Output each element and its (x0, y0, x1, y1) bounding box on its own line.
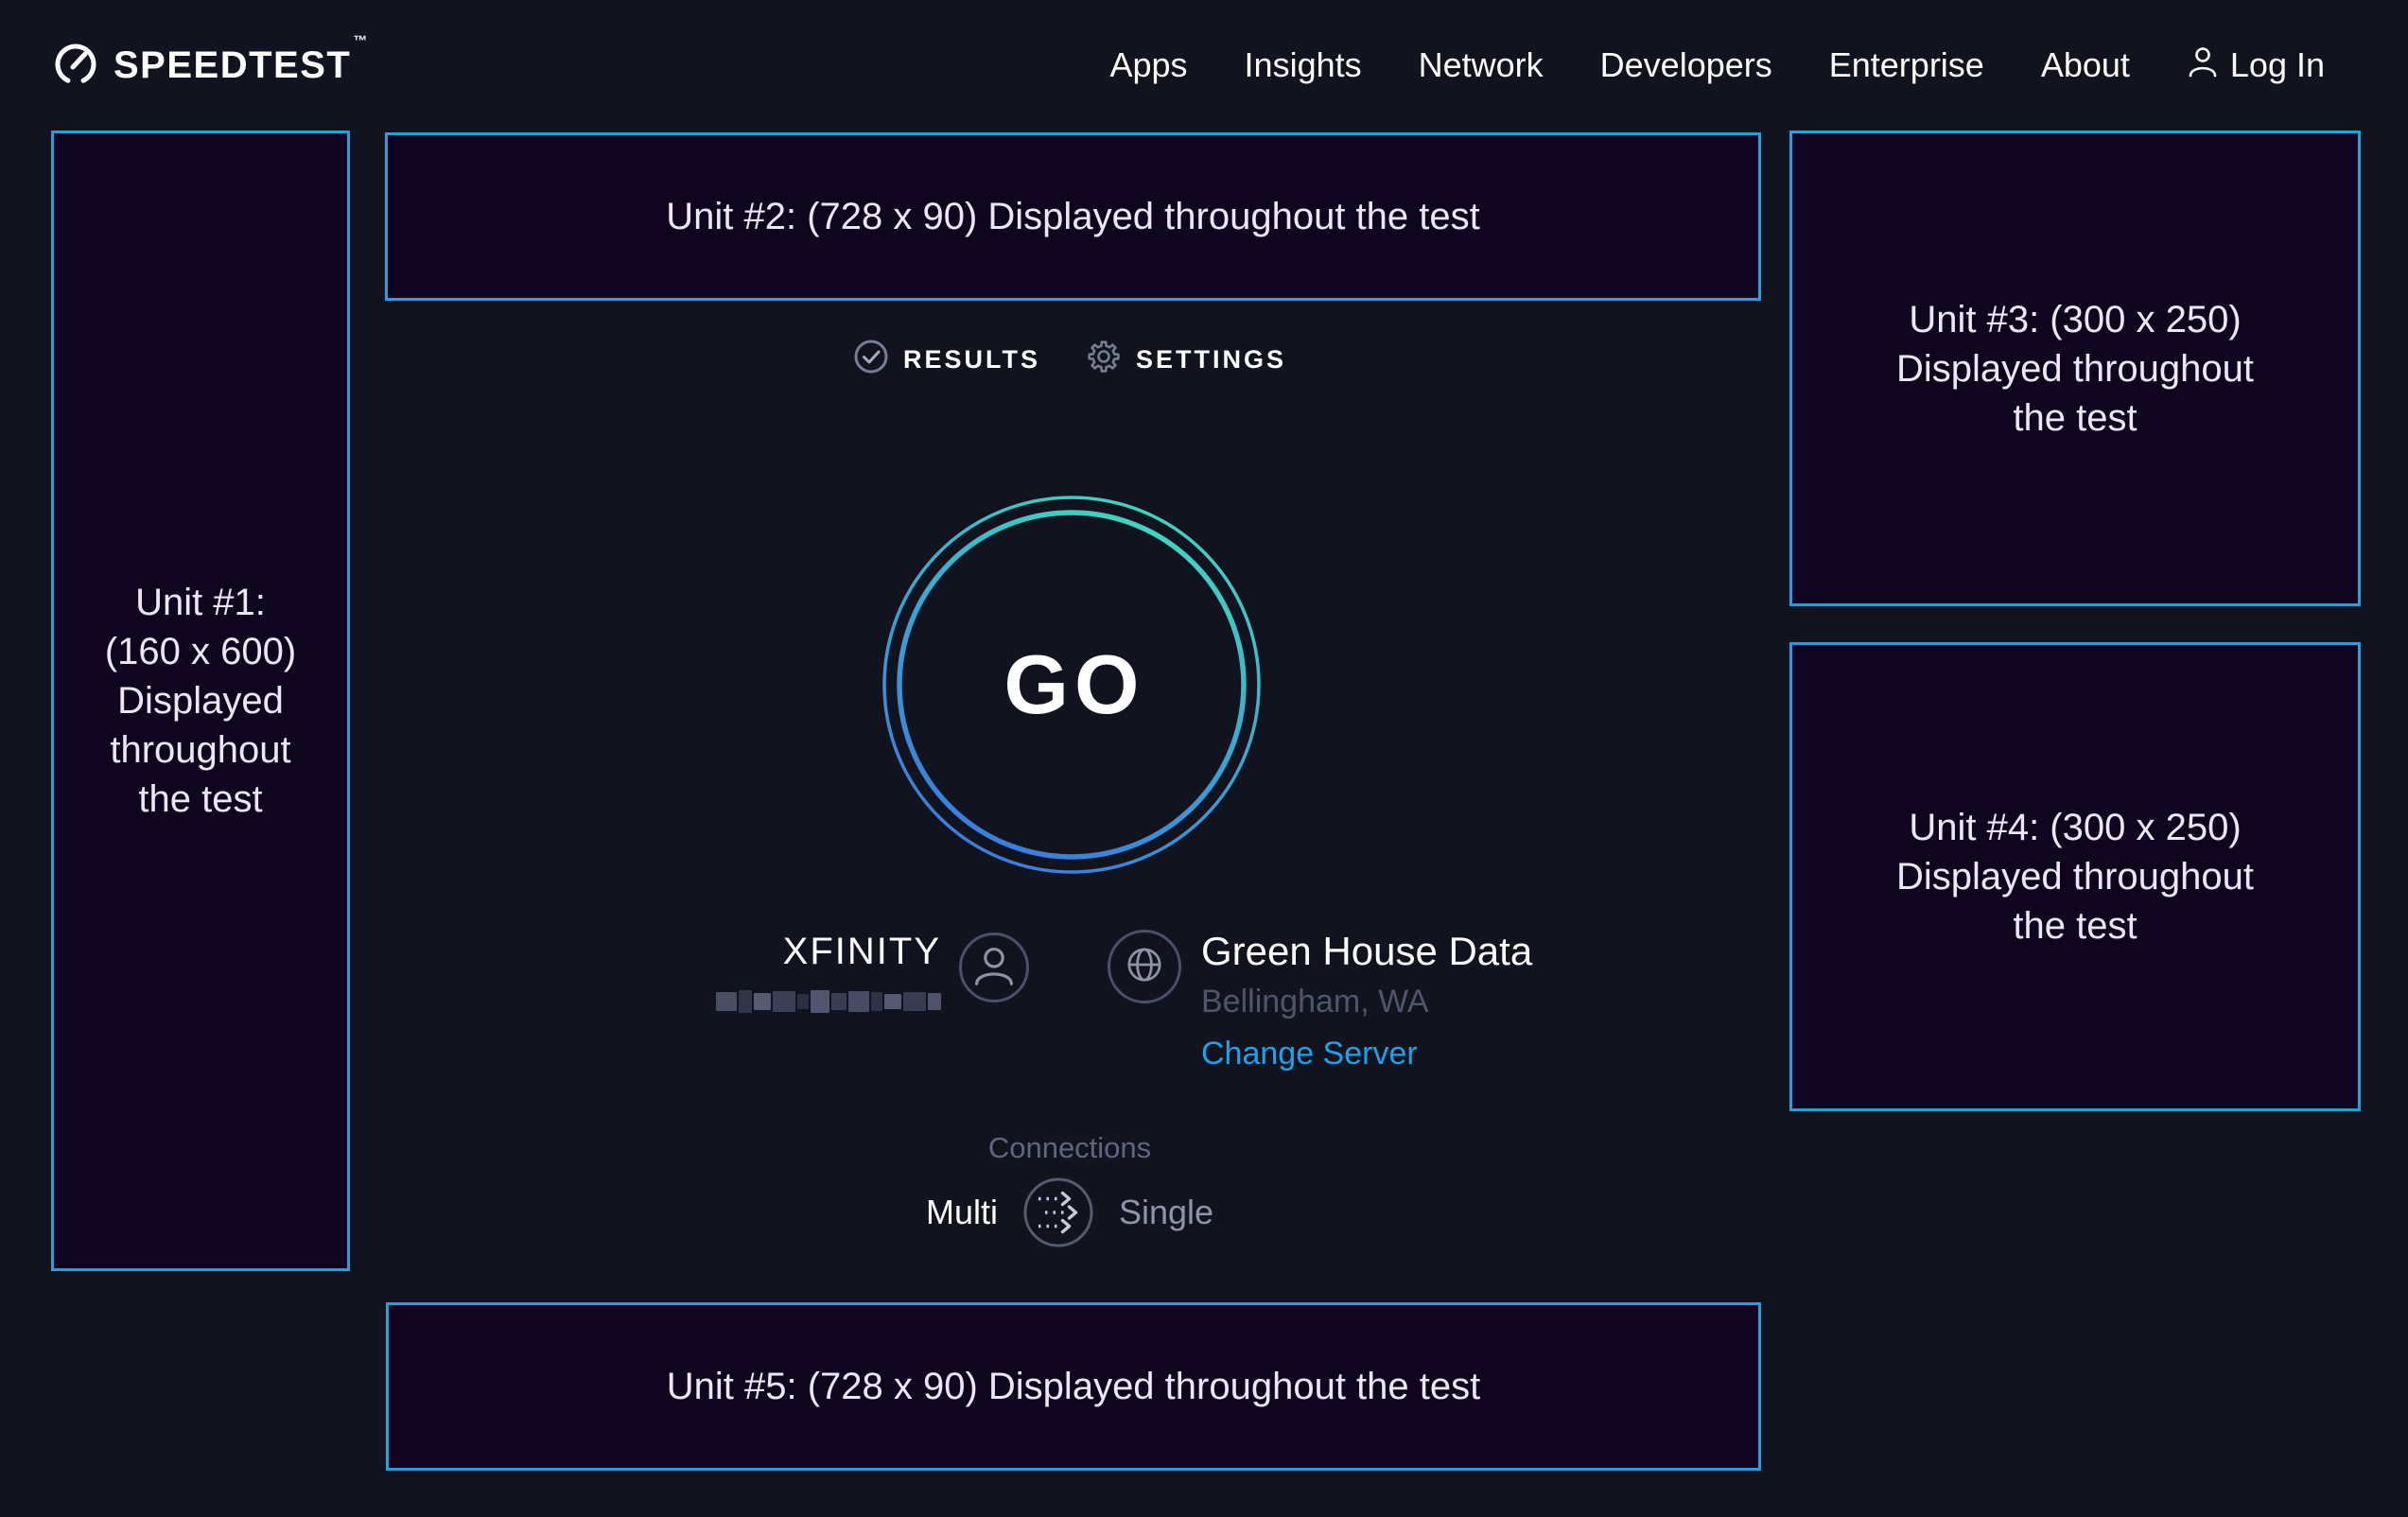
results-settings-tabs: RESULTS SETTINGS (350, 339, 1789, 381)
nav-item-enterprise[interactable]: Enterprise (1829, 45, 1984, 85)
multi-connections-icon (1022, 1236, 1094, 1252)
tab-results[interactable]: RESULTS (853, 339, 1040, 381)
gauge-icon (53, 41, 98, 91)
speedtest-page: SPEEDTEST™ Apps Insights Network Develop… (0, 0, 2408, 1517)
login-label: Log In (2230, 45, 2325, 85)
isp-avatar (959, 933, 1029, 1003)
go-button-label: GO (881, 494, 1263, 876)
ad-text-line: Unit #2: (728 x 90) Displayed throughout… (666, 192, 1480, 241)
ad-text-line: Displayed throughout (1896, 852, 2254, 901)
ad-text-line: the test (2013, 393, 2137, 443)
nav-item-network[interactable]: Network (1419, 45, 1544, 85)
connections-toggle-row: Multi Single (350, 1177, 1789, 1248)
ad-text-line: Unit #4: (300 x 250) (1909, 803, 2241, 852)
tab-results-label: RESULTS (903, 345, 1040, 375)
server-name: Green House Data (1201, 929, 1532, 974)
go-button[interactable]: GO (881, 494, 1263, 876)
person-icon (2187, 44, 2219, 87)
trademark-mark: ™ (353, 33, 369, 49)
change-server-link[interactable]: Change Server (1201, 1036, 1532, 1072)
ad-text-line: the test (138, 775, 262, 824)
ad-text-line: throughout (110, 725, 290, 775)
connections-mode-multi[interactable]: Multi (926, 1193, 998, 1232)
tab-settings[interactable]: SETTINGS (1086, 339, 1286, 381)
top-nav-bar: SPEEDTEST™ Apps Insights Network Develop… (0, 0, 2408, 131)
ad-unit-1: Unit #1: (160 x 600) Displayed throughou… (51, 131, 350, 1271)
ad-text-line: the test (2013, 901, 2137, 950)
ad-text-line: Unit #5: (728 x 90) Displayed throughout… (667, 1362, 1481, 1411)
ad-text-line: (160 x 600) (105, 627, 296, 676)
gear-icon (1086, 339, 1122, 381)
isp-info: XFINITY (662, 929, 941, 1014)
brand-name: SPEEDTEST™ (113, 44, 369, 87)
server-info: Green House Data Bellingham, WA Change S… (1201, 929, 1532, 1072)
ip-address-redacted (716, 989, 941, 1014)
tab-settings-label: SETTINGS (1136, 345, 1286, 375)
ad-unit-5: Unit #5: (728 x 90) Displayed throughout… (386, 1302, 1761, 1471)
main-nav: Apps Insights Network Developers Enterpr… (1109, 44, 2325, 87)
server-location: Bellingham, WA (1201, 984, 1532, 1020)
nav-item-developers[interactable]: Developers (1600, 45, 1772, 85)
ad-unit-4: Unit #4: (300 x 250) Displayed throughou… (1789, 642, 2361, 1111)
ad-text-line: Displayed throughout (1896, 344, 2254, 393)
connections-toggle[interactable] (1022, 1177, 1094, 1248)
nav-item-insights[interactable]: Insights (1245, 45, 1362, 85)
ad-text-line: Unit #3: (300 x 250) (1909, 295, 2241, 344)
ad-text-line: Displayed (117, 676, 284, 725)
login-button[interactable]: Log In (2187, 44, 2325, 87)
ad-unit-2: Unit #2: (728 x 90) Displayed throughout… (385, 132, 1761, 301)
user-icon (962, 933, 1026, 1003)
ad-text-line: Unit #1: (135, 578, 266, 627)
connections-heading: Connections (350, 1131, 1789, 1165)
isp-name: XFINITY (783, 929, 941, 974)
server-badge (1108, 930, 1181, 1003)
check-circle-icon (853, 339, 889, 381)
ad-unit-3: Unit #3: (300 x 250) Displayed throughou… (1789, 131, 2361, 606)
globe-icon (1110, 931, 1178, 1003)
connections-mode-single[interactable]: Single (1119, 1193, 1213, 1232)
speedtest-logo[interactable]: SPEEDTEST™ (53, 41, 369, 91)
nav-item-about[interactable]: About (2041, 45, 2130, 85)
nav-item-apps[interactable]: Apps (1109, 45, 1187, 85)
